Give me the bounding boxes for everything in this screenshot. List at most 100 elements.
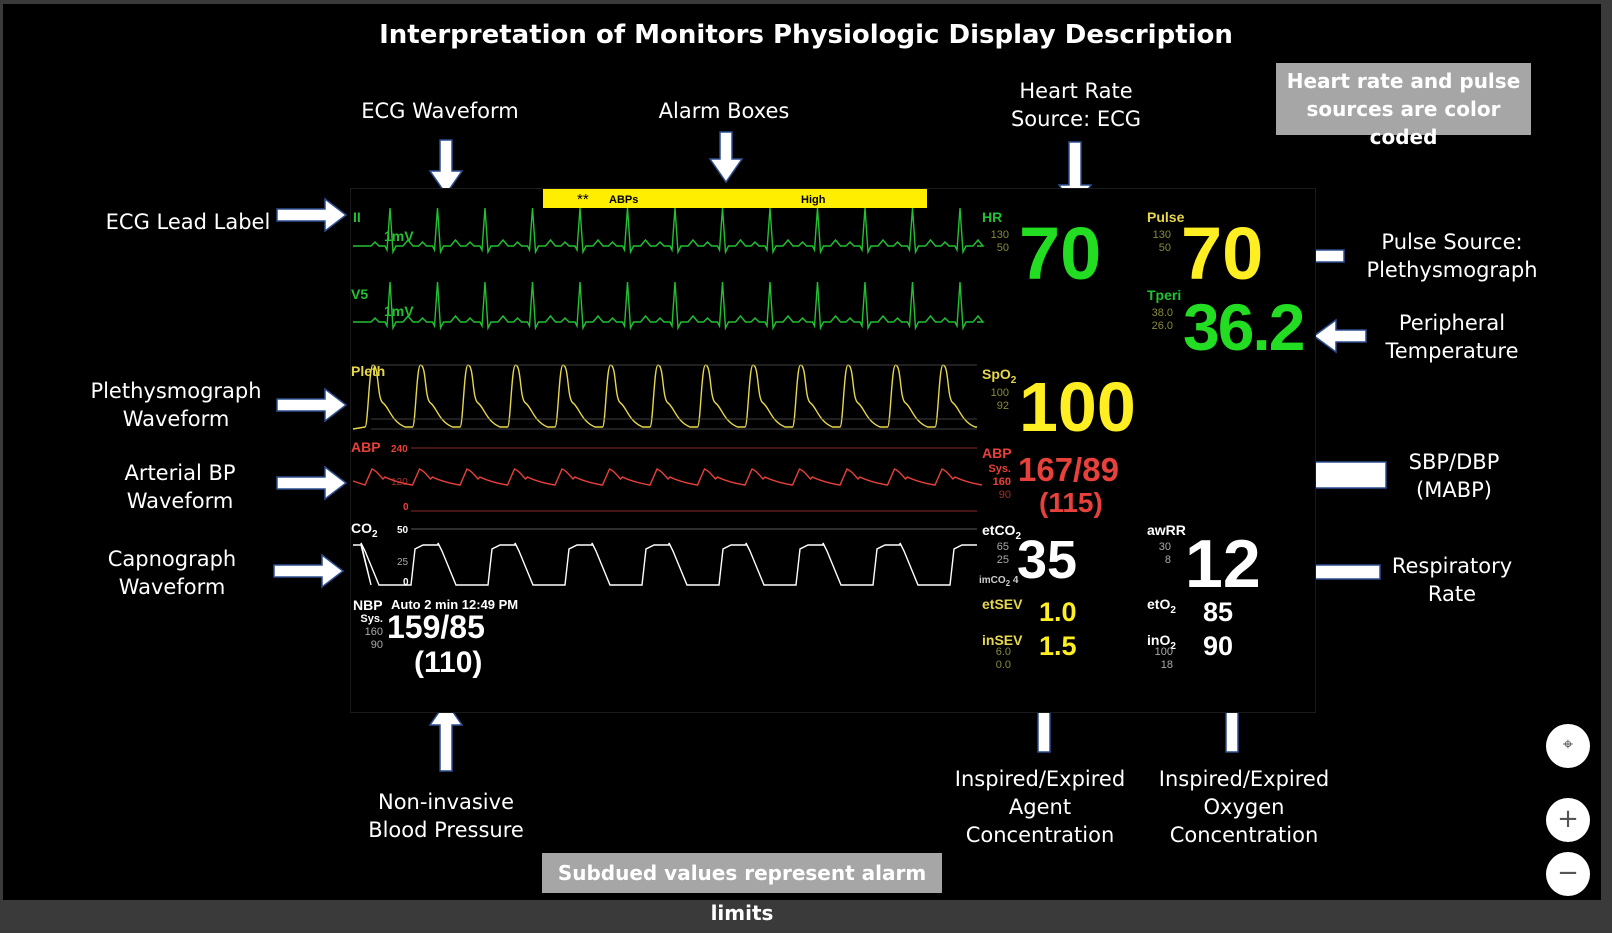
abp-value: 167/89 — [1018, 451, 1119, 488]
ino2-limit-high: 100 — [1154, 646, 1173, 658]
slide-title: Interpretation of Monitors Physiologic D… — [379, 20, 1233, 50]
insev-value: 1.5 — [1039, 631, 1077, 661]
ecg2-lead-label: V5 — [351, 286, 368, 302]
ino2-limit-low: 18 — [1160, 659, 1173, 671]
etco2-label: etCO2 — [982, 522, 1021, 542]
alarm-stars: ** — [577, 191, 589, 208]
abp-mean: (115) — [1039, 487, 1103, 518]
alarm-param: ABPs — [609, 194, 638, 206]
spo2-limits: 100 92 — [981, 387, 1009, 413]
label-hr-source-line2: Source: ECG — [1010, 107, 1142, 131]
capnograph-waveform — [353, 542, 977, 586]
nbp-sys-label: Sys. — [360, 613, 383, 625]
label-abp-line1: Arterial BP — [124, 461, 236, 485]
label-pulse-source: Pulse Source: Plethysmograph — [1352, 228, 1552, 284]
imco2: imCO2 4 — [979, 575, 1018, 588]
label-oxygen-line3: Concentration — [1169, 823, 1319, 847]
pulse-limit-low: 50 — [1158, 242, 1171, 254]
label-oxygen-line1: Inspired/Expired — [1158, 767, 1330, 791]
alarm-box — [543, 189, 927, 208]
label-oxygen: Inspired/Expired Oxygen Concentration — [1144, 765, 1344, 849]
ecg-waveform-lead-v5 — [353, 281, 985, 331]
hr-label: HR — [982, 209, 1003, 225]
pulse-limits: 130 50 — [1143, 229, 1171, 255]
etco2-limit-low: 25 — [996, 554, 1009, 566]
insev-limit-high: 6.0 — [995, 646, 1011, 658]
label-pulse-source-line1: Pulse Source: — [1381, 230, 1523, 254]
label-pleth-line2: Waveform — [122, 407, 230, 431]
spo2-label: SpO2 — [982, 366, 1016, 386]
label-pleth-line1: Plethysmograph — [90, 379, 262, 403]
nbp-value: 159/85 — [387, 609, 485, 645]
pulse-value: 70 — [1181, 212, 1264, 295]
pulse-limit-high: 130 — [1152, 229, 1171, 241]
label-hr-source-line1: Heart Rate — [1019, 79, 1133, 103]
co2-wave-label: CO2 — [351, 520, 378, 540]
ino2-value: 90 — [1203, 631, 1234, 661]
label-capno-line2: Waveform — [118, 575, 226, 599]
ecg-waveform-lead-ii — [353, 207, 985, 255]
label-nibp-line1: Non-invasive — [377, 790, 514, 814]
insev-limit-low: 0.0 — [995, 659, 1011, 671]
label-sbp-line1: SBP/DBP — [1408, 450, 1500, 474]
nbp-label: NBP — [353, 597, 383, 613]
fit-screen-button[interactable]: ⌖ — [1546, 724, 1590, 768]
abp-limits: Sys. 160 90 — [981, 463, 1011, 502]
abp-sys-label: Sys. — [988, 463, 1011, 475]
awrr-limit-high: 30 — [1158, 541, 1171, 553]
spo2-limit-low: 92 — [996, 400, 1009, 412]
awrr-value: 12 — [1185, 526, 1261, 602]
label-temp-line1: Peripheral — [1398, 311, 1506, 335]
hr-limit-low: 50 — [996, 242, 1009, 254]
tperi-value: 36.2 — [1183, 290, 1305, 364]
patient-monitor: ** ABPs High II 1mV V5 1mV Pleth ABP 240… — [350, 188, 1316, 713]
label-capno-waveform: Capnograph Waveform — [72, 545, 272, 601]
etco2-limits: 65 25 — [981, 541, 1009, 567]
hr-value: 70 — [1019, 212, 1102, 295]
eto2-label-sub: 2 — [1170, 604, 1176, 616]
zoom-in-button[interactable]: + — [1546, 798, 1590, 842]
spo2-label-sub: 2 — [1010, 374, 1017, 386]
eto2-label: etO2 — [1147, 596, 1176, 616]
co2-scale-mid: 25 — [397, 557, 409, 568]
abp-scale-zero: 0 — [403, 502, 409, 513]
label-agent-line2: Agent — [1008, 795, 1072, 819]
label-abp-line2: Waveform — [126, 489, 234, 513]
label-ecg-waveform: ECG Waveform — [361, 99, 519, 123]
tperi-limit-low: 26.0 — [1151, 320, 1173, 332]
nbp-limit-low: 90 — [370, 639, 383, 651]
color-coded-note-line2: sources are color coded — [1306, 97, 1501, 149]
zoom-out-button[interactable]: − — [1546, 852, 1590, 896]
awrr-limits: 30 8 — [1141, 541, 1171, 567]
ino2-limits: 100 18 — [1145, 646, 1173, 672]
imco2-sub: 2 — [1005, 579, 1011, 588]
etco2-value: 35 — [1017, 530, 1078, 590]
etco2-label-text: etCO — [982, 522, 1016, 538]
etco2-limit-high: 65 — [996, 541, 1009, 553]
pulse-label: Pulse — [1147, 209, 1185, 225]
spo2-value: 100 — [1019, 368, 1136, 446]
nbp-mean: (110) — [414, 646, 483, 679]
label-ecg-lead: ECG Lead Label — [105, 210, 271, 234]
co2-scale-zero: 0 — [403, 577, 409, 588]
nbp-limits: Sys. 160 90 — [351, 613, 383, 652]
color-coded-note: Heart rate and pulse sources are color c… — [1276, 63, 1531, 149]
label-sbp-dbp: SBP/DBP (MABP) — [1354, 448, 1554, 504]
label-pleth-waveform: Plethysmograph Waveform — [76, 377, 276, 433]
tperi-limit-high: 38.0 — [1151, 307, 1173, 319]
alarm-level: High — [801, 194, 826, 206]
abp-limit-low: 90 — [998, 489, 1011, 501]
label-abp-waveform: Arterial BP Waveform — [80, 459, 280, 515]
label-nibp-line2: Blood Pressure — [368, 818, 524, 842]
eto2-value: 85 — [1203, 597, 1234, 627]
co2-scale-top: 50 — [397, 525, 409, 536]
imco2-label: imCO — [979, 575, 1006, 586]
eto2-label-text: etO — [1147, 596, 1171, 612]
spo2-limit-high: 100 — [990, 387, 1009, 399]
alarm-limits-note: Subdued values represent alarm limits — [542, 853, 942, 925]
etsev-label: etSEV — [982, 596, 1023, 612]
label-oxygen-line2: Oxygen — [1203, 795, 1285, 819]
awrr-limit-low: 8 — [1164, 554, 1171, 566]
abp-label: ABP — [982, 445, 1012, 461]
imco2-value: 4 — [1012, 575, 1019, 586]
